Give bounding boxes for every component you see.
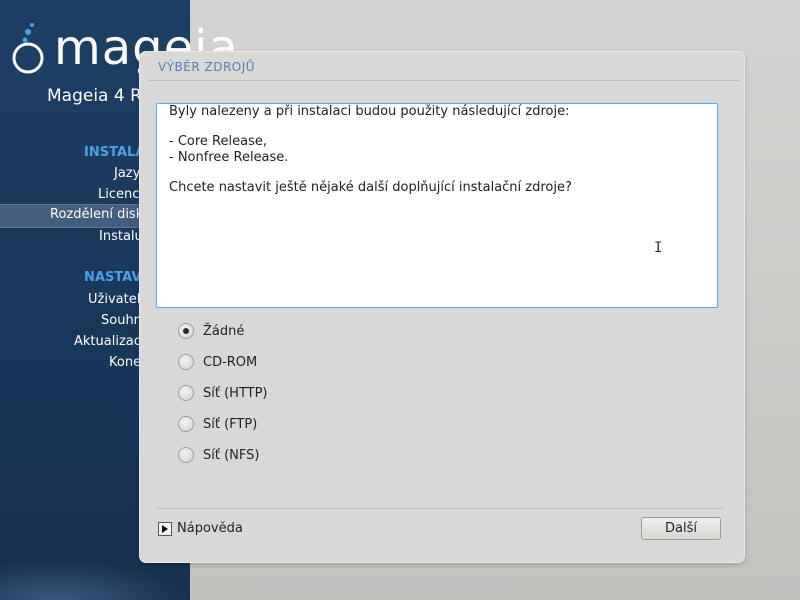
option-network-nfs[interactable]: Síť (NFS) [178,445,259,465]
radio-button[interactable] [178,385,194,401]
option-none[interactable]: Žádné [178,321,244,341]
help-label: Nápověda [177,521,243,536]
title-divider [148,80,740,81]
option-label: Síť (FTP) [203,416,258,432]
product-name: Mageia 4 R [47,86,142,106]
next-button[interactable]: Další [641,517,721,540]
radio-button[interactable] [178,354,194,370]
message-text-area[interactable]: Byly nalezeny a při instalaci budou použ… [156,103,718,308]
message-intro: Byly nalezeny a při instalaci budou použ… [169,104,570,119]
option-network-ftp[interactable]: Síť (FTP) [178,414,257,434]
sidebar-decoration [0,560,190,600]
section-heading-install: INSTALA [84,145,146,160]
radio-button[interactable] [178,416,194,432]
step-language: Jazy [114,166,141,181]
step-license: Licenc [98,187,140,202]
option-network-http[interactable]: Síť (HTTP) [178,383,268,403]
section-heading-settings: NASTAV [84,270,142,285]
step-partitioning: Rozdělení disk [50,207,144,222]
option-label: Síť (NFS) [203,447,260,463]
text-cursor-icon: I [654,240,663,256]
step-users: Uživatel [88,292,141,307]
mageia-cauldron-icon [12,23,44,74]
option-cdrom[interactable]: CD-ROM [178,352,257,372]
option-label: Žádné [203,323,245,339]
source-item: - Core Release, [169,134,267,149]
media-selection-dialog: VÝBĚR ZDROJŮ Byly nalezeny a při instala… [140,52,744,562]
dialog-title: VÝBĚR ZDROJŮ [158,60,256,74]
source-item: - Nonfree Release. [169,150,289,165]
radio-button[interactable] [178,447,194,463]
step-install: Instalu [99,229,143,244]
bottom-divider [156,508,724,509]
message-question: Chcete nastavit ještě nějaké další doplň… [169,180,572,195]
step-summary: Souhr [101,313,140,328]
help-expander[interactable]: Nápověda [158,521,243,536]
option-label: CD-ROM [203,354,258,370]
expander-arrow-icon[interactable] [158,521,172,536]
radio-button-selected[interactable] [178,323,194,339]
option-label: Síť (HTTP) [203,385,268,401]
step-finish: Kone [109,355,142,370]
step-updates: Aktualizac [74,334,141,349]
